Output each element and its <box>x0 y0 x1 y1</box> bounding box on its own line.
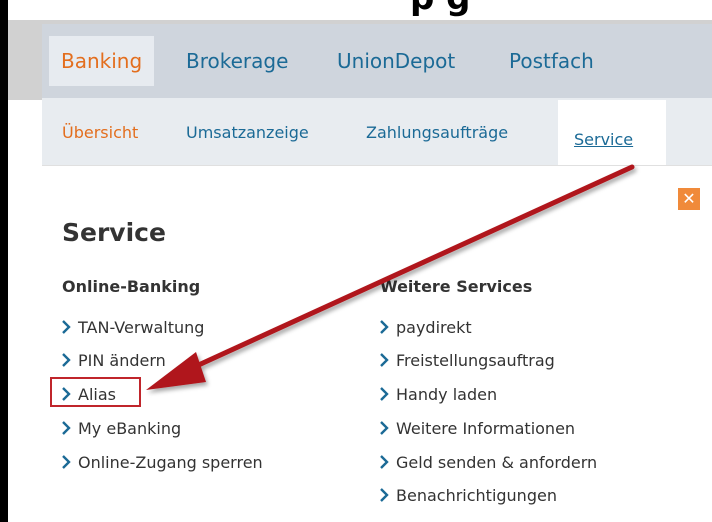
chevron-right-icon <box>62 320 71 334</box>
chevron-right-icon <box>380 455 389 469</box>
screenshot-frame: p g Banking Brokerage UnionDepot Postfac… <box>0 0 712 522</box>
link-label: paydirekt <box>396 318 472 337</box>
chevron-right-icon <box>380 353 389 367</box>
link-label: Online-Zugang sperren <box>78 453 263 472</box>
chevron-right-icon <box>62 421 71 435</box>
subtab-zahlungsauftraege[interactable]: Zahlungsaufträge <box>366 123 508 142</box>
link-label: Weitere Informationen <box>396 419 576 438</box>
link-weitere-informationen[interactable]: Weitere Informationen <box>378 419 575 438</box>
subtab-umsatzanzeige[interactable]: Umsatzanzeige <box>186 123 309 142</box>
link-online-zugang-sperren[interactable]: Online-Zugang sperren <box>60 453 263 472</box>
link-benachrichtigungen[interactable]: Benachrichtigungen <box>378 486 557 505</box>
cropped-heading: p g <box>410 0 710 18</box>
weitere-services-heading: Weitere Services <box>380 277 533 296</box>
chevron-right-icon <box>380 488 389 502</box>
link-my-ebanking[interactable]: My eBanking <box>60 419 181 438</box>
link-tan-verwaltung[interactable]: TAN-Verwaltung <box>60 318 204 337</box>
tab-postfach[interactable]: Postfach <box>509 36 594 86</box>
chevron-right-icon <box>380 387 389 401</box>
link-pin-aendern[interactable]: PIN ändern <box>60 351 166 370</box>
chevron-right-icon <box>380 421 389 435</box>
link-label: Freistellungsauftrag <box>396 351 555 370</box>
chevron-right-icon <box>380 320 389 334</box>
tab-banking[interactable]: Banking <box>49 36 155 86</box>
link-geld-senden[interactable]: Geld senden & anfordern <box>378 453 597 472</box>
chevron-right-icon <box>62 353 71 367</box>
panel-title: Service <box>62 218 166 247</box>
link-label: Geld senden & anfordern <box>396 453 598 472</box>
chevron-right-icon <box>62 455 71 469</box>
tab-uniondepot[interactable]: UnionDepot <box>337 36 455 86</box>
link-label: Benachrichtigungen <box>396 486 557 505</box>
tab-brokerage[interactable]: Brokerage <box>186 36 288 86</box>
subtab-uebersicht[interactable]: Übersicht <box>62 123 138 142</box>
subtab-service[interactable]: Service <box>574 130 633 149</box>
link-label: PIN ändern <box>78 351 166 370</box>
highlight-box <box>50 377 141 407</box>
link-freistellungsauftrag[interactable]: Freistellungsauftrag <box>378 351 555 370</box>
close-icon[interactable]: ✕ <box>678 188 700 210</box>
link-label: TAN-Verwaltung <box>78 318 205 337</box>
link-paydirekt[interactable]: paydirekt <box>378 318 472 337</box>
link-handy-laden[interactable]: Handy laden <box>378 385 497 404</box>
link-label: Handy laden <box>396 385 498 404</box>
window-border <box>0 0 8 522</box>
online-banking-heading: Online-Banking <box>62 277 201 296</box>
link-label: My eBanking <box>78 419 182 438</box>
